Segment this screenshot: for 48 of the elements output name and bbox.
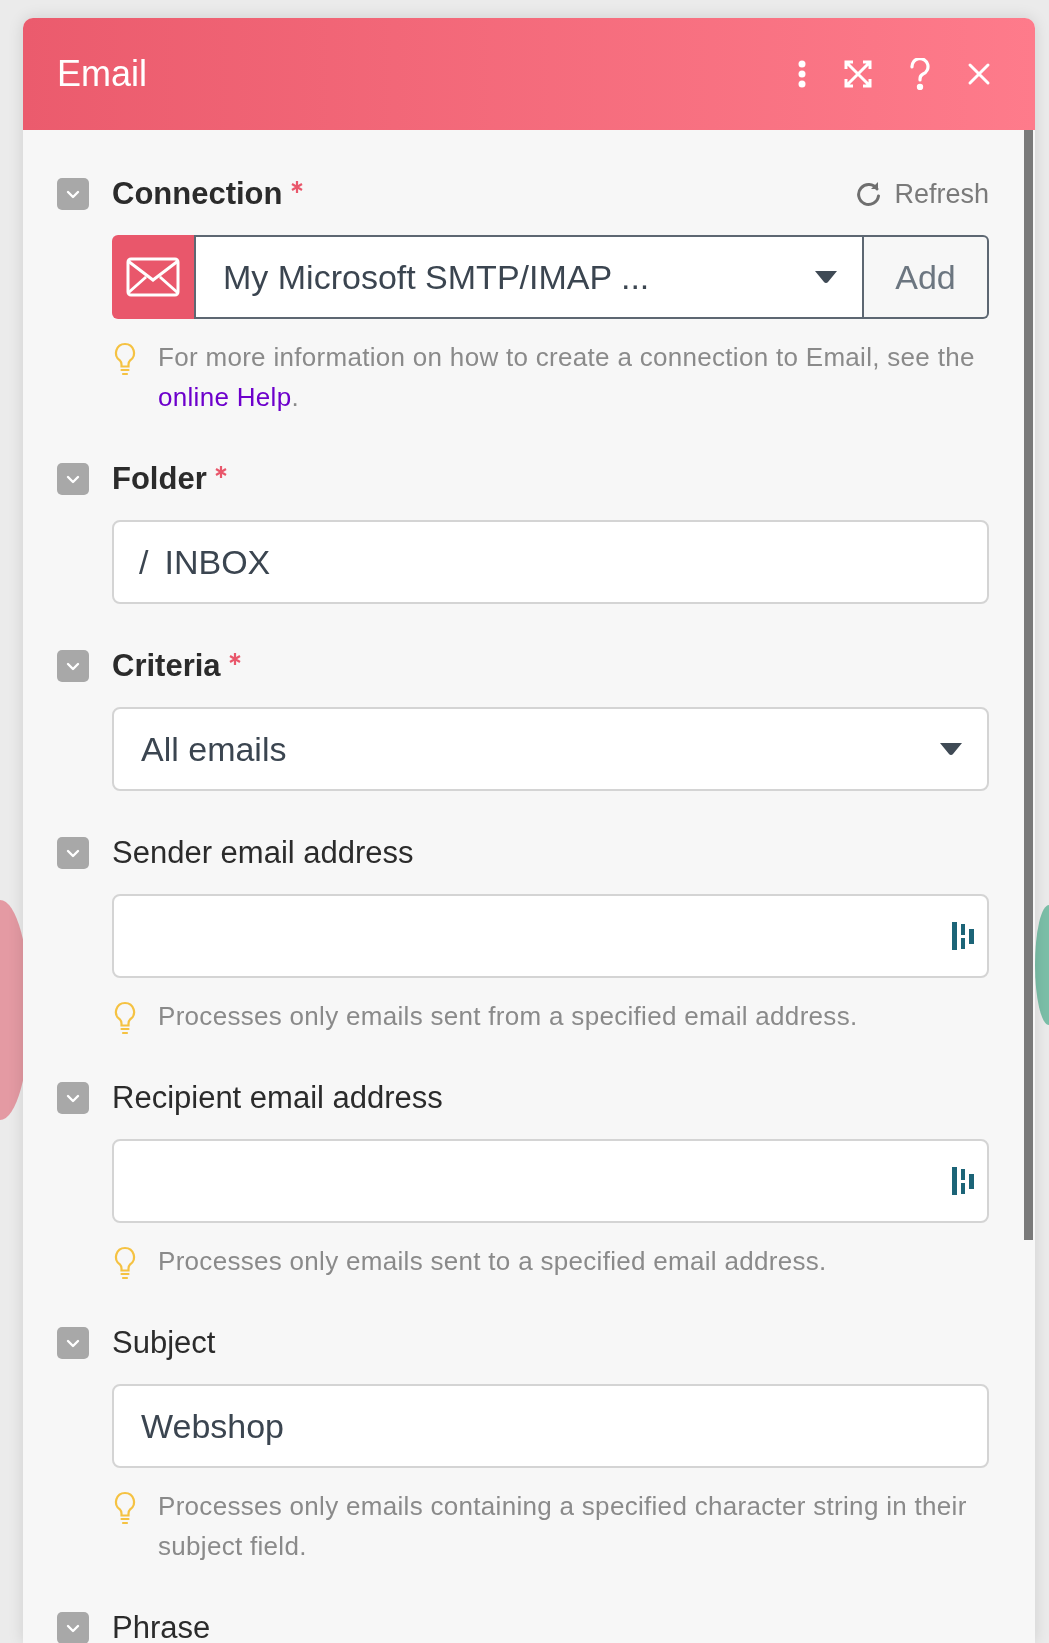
dropdown-caret-icon xyxy=(939,742,963,756)
scrollbar[interactable] xyxy=(1024,130,1033,1240)
expand-icon[interactable] xyxy=(843,59,873,89)
panel-title: Email xyxy=(57,52,148,96)
text-field[interactable]: Webshop xyxy=(112,1384,989,1468)
collapse-toggle[interactable] xyxy=(57,1612,89,1643)
mapping-icon xyxy=(951,920,977,952)
help-link[interactable]: online Help xyxy=(158,382,292,412)
refresh-button[interactable]: Refresh xyxy=(856,173,989,215)
path-separator: / xyxy=(139,541,149,583)
folder-field[interactable]: / INBOX xyxy=(112,520,989,604)
hint-text: Processes only emails sent to a specified email address. xyxy=(158,1245,827,1278)
lightbulb-icon xyxy=(112,1000,138,1036)
close-icon[interactable] xyxy=(967,62,991,86)
lightbulb-icon xyxy=(112,1245,138,1281)
envelope-icon xyxy=(125,256,181,298)
collapse-toggle[interactable] xyxy=(57,178,89,210)
required-asterisk-icon xyxy=(289,180,304,194)
criteria-select[interactable]: All emails xyxy=(112,707,989,791)
collapse-toggle[interactable] xyxy=(57,463,89,495)
field-label: Recipient email address xyxy=(112,1079,443,1117)
lightbulb-icon xyxy=(112,1490,138,1526)
field-label: Phrase xyxy=(112,1609,211,1643)
field-label: Sender email address xyxy=(112,834,414,872)
refresh-icon xyxy=(856,181,883,207)
add-button[interactable]: Add xyxy=(864,235,989,319)
hint-text: Processes only emails containing a specified character string in their subject field. xyxy=(158,1490,968,1563)
field-label: Folder xyxy=(112,460,207,498)
collapse-toggle[interactable] xyxy=(57,837,89,869)
hint-text: Processes only emails sent from a specified email address. xyxy=(158,1000,858,1033)
required-asterisk-icon xyxy=(213,465,228,479)
more-options-icon[interactable] xyxy=(797,60,807,88)
connection-select[interactable]: My Microsoft SMTP/IMAP ... xyxy=(194,235,864,319)
collapse-toggle[interactable] xyxy=(57,1327,89,1359)
collapse-toggle[interactable] xyxy=(57,1082,89,1114)
hint-text: For more information on how to create a connection to Email, see the online Help. xyxy=(158,341,976,414)
mapping-icon xyxy=(951,1165,977,1197)
text-field[interactable] xyxy=(112,894,989,978)
dropdown-caret-icon xyxy=(814,270,838,284)
collapse-toggle[interactable] xyxy=(57,650,89,682)
text-field[interactable] xyxy=(112,1139,989,1223)
field-value: INBOX xyxy=(164,541,271,583)
help-icon[interactable] xyxy=(909,58,931,90)
field-label: Connection xyxy=(112,175,283,213)
lightbulb-icon xyxy=(112,341,138,377)
required-asterisk-icon xyxy=(227,652,242,666)
field-label: Subject xyxy=(112,1324,216,1362)
field-label: Criteria xyxy=(112,647,221,685)
